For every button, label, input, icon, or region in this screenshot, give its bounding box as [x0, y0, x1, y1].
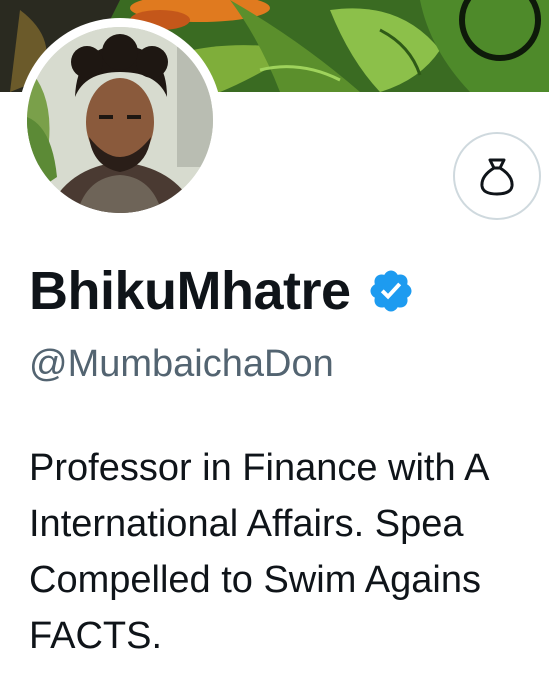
verified-badge-icon[interactable]	[367, 267, 415, 315]
display-name: BhikuMhatre	[29, 261, 351, 321]
money-bag-icon	[480, 158, 514, 196]
user-handle: @MumbaichaDon	[29, 343, 334, 385]
avatar[interactable]	[27, 27, 213, 213]
bio-line: FACTS.	[29, 615, 163, 657]
bio-line: International Affairs. Spea	[29, 503, 464, 545]
profile-bio: Professor in Finance with A Internationa…	[29, 440, 549, 664]
name-row: BhikuMhatre	[29, 256, 415, 326]
tip-button[interactable]	[453, 132, 541, 220]
avatar-image	[27, 27, 213, 213]
bio-line: Professor in Finance with A	[29, 447, 490, 489]
profile-header: BhikuMhatre @MumbaichaDon Professor in F…	[0, 0, 549, 675]
bio-line: Compelled to Swim Agains	[29, 559, 481, 601]
